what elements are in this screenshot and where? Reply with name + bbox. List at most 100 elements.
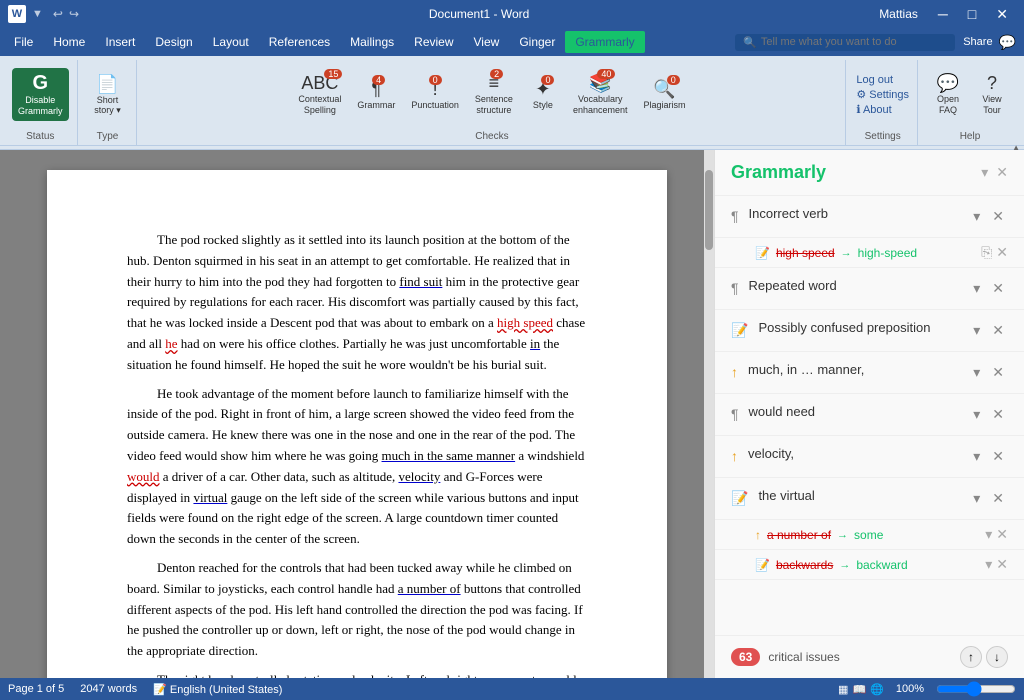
settings-link[interactable]: ⚙ Settings — [856, 87, 909, 102]
number-dismiss-icon[interactable]: ✕ — [996, 526, 1008, 543]
repeated-expand-icon[interactable]: ▾ — [969, 278, 984, 299]
grammarly-minimize-icon[interactable]: ▾ — [981, 164, 988, 181]
suggestion-high-speed[interactable]: 📝 high speed → high-speed ⎘ ✕ — [715, 238, 1024, 268]
suggestion-confused-preposition[interactable]: 📝 Possibly confused preposition ▾ ✕ — [715, 310, 1024, 352]
close-icon[interactable]: ✕ — [988, 4, 1016, 25]
menu-design[interactable]: Design — [145, 31, 202, 53]
plagiarism-button[interactable]: 🔍 0 Plagiarism — [637, 75, 691, 114]
suggestion-incorrect-verb[interactable]: ¶ Incorrect verb ▾ ✕ — [715, 196, 1024, 238]
suggestion-repeated-actions: ▾ ✕ — [969, 278, 1008, 299]
vertical-scrollbar[interactable] — [704, 150, 714, 678]
zoom-slider[interactable] — [936, 681, 1016, 697]
issues-footer: 63 critical issues ↑ ↓ — [715, 635, 1024, 678]
backwards-expand-icon[interactable]: ▾ — [985, 556, 992, 573]
would-dismiss-icon[interactable]: ✕ — [988, 404, 1008, 425]
preposition-expand-icon[interactable]: ▾ — [969, 320, 984, 341]
dismiss-icon[interactable]: ✕ — [988, 206, 1008, 227]
manner-dismiss-icon[interactable]: ✕ — [988, 362, 1008, 383]
style-badge: 0 — [541, 75, 554, 85]
velocity-dismiss-icon[interactable]: ✕ — [988, 446, 1008, 467]
expand-icon[interactable]: ▾ — [969, 206, 984, 227]
grammarly-header: Grammarly ▾ ✕ — [715, 150, 1024, 196]
grammar-label: Grammar — [357, 100, 395, 110]
sub-actions: ⎘ ✕ — [981, 244, 1008, 261]
copy-icon[interactable]: ⎘ — [981, 244, 992, 261]
suggestion-backwards[interactable]: 📝 backwards → backward ▾ ✕ — [715, 550, 1024, 580]
plagiarism-label: Plagiarism — [643, 100, 685, 110]
logout-link[interactable]: Log out — [856, 73, 909, 87]
document-area: The pod rocked slightly as it settled in… — [0, 150, 714, 678]
suggestion-virtual-actions: ▾ ✕ — [969, 488, 1008, 509]
velocity-text: velocity — [398, 469, 440, 484]
suggestion-velocity-content: velocity, — [748, 446, 959, 461]
suggestion-manner-title: much, in … manner, — [748, 362, 959, 377]
menu-ginger[interactable]: Ginger — [509, 31, 565, 53]
paragraph-2: He took advantage of the moment before l… — [127, 384, 587, 550]
backwards-dismiss-icon[interactable]: ✕ — [996, 556, 1008, 573]
comment-icon[interactable]: 💬 — [999, 34, 1016, 51]
open-faq-button[interactable]: 💬 OpenFAQ — [928, 69, 968, 120]
title-bar-controls: Mattias ─ □ ✕ — [879, 4, 1016, 25]
velocity-expand-icon[interactable]: ▾ — [969, 446, 984, 467]
style-button[interactable]: ✦ 0 Style — [523, 75, 563, 114]
search-bar: 🔍 — [735, 34, 955, 51]
suggestion-velocity[interactable]: ↑ velocity, ▾ ✕ — [715, 436, 1024, 478]
minimize-icon[interactable]: ─ — [930, 4, 956, 24]
repeated-dismiss-icon[interactable]: ✕ — [988, 278, 1008, 299]
search-input[interactable] — [761, 36, 921, 48]
vocabulary-button[interactable]: 📚 40 Vocabularyenhancement — [567, 69, 634, 120]
menu-references[interactable]: References — [259, 31, 340, 53]
grammarly-close-icon[interactable]: ✕ — [996, 164, 1008, 181]
manner-expand-icon[interactable]: ▾ — [969, 362, 984, 383]
dismiss-sub-icon[interactable]: ✕ — [996, 244, 1008, 261]
short-story-button[interactable]: 📄 Shortstory ▾ — [88, 70, 128, 120]
menu-grammarly[interactable]: Grammarly — [565, 31, 644, 53]
view-tour-button[interactable]: ? ViewTour — [972, 69, 1012, 120]
virtual-expand-icon[interactable]: ▾ — [969, 488, 984, 509]
read-mode-icon[interactable]: 📖 — [852, 683, 866, 696]
replacement-text: high-speed — [858, 246, 917, 260]
suggestion-virtual[interactable]: 📝 the virtual ▾ ✕ — [715, 478, 1024, 520]
backwards-replacement: backward — [856, 558, 907, 572]
menu-file[interactable]: File — [4, 31, 43, 53]
print-layout-icon[interactable]: ▦ — [838, 683, 848, 696]
suggestion-would-need[interactable]: ¶ would need ▾ ✕ — [715, 394, 1024, 436]
suggestion-repeated-word[interactable]: ¶ Repeated word ▾ ✕ — [715, 268, 1024, 310]
ribbon-collapse-icon[interactable]: ▲ — [1012, 146, 1020, 149]
suggestion-would-content: would need — [749, 404, 960, 419]
contextual-spelling-label: ContextualSpelling — [298, 94, 341, 116]
menu-view[interactable]: View — [464, 31, 510, 53]
suggestion-much-manner[interactable]: ↑ much, in … manner, ▾ ✕ — [715, 352, 1024, 394]
preposition-dismiss-icon[interactable]: ✕ — [988, 320, 1008, 341]
next-issue-button[interactable]: ↓ — [986, 646, 1008, 668]
disable-grammarly-button[interactable]: G DisableGrammarly — [12, 68, 69, 121]
menu-mailings[interactable]: Mailings — [340, 31, 404, 53]
menu-insert[interactable]: Insert — [95, 31, 145, 53]
suggestion-backwards-content: 📝 backwards → backward — [755, 558, 908, 572]
punctuation-icon-wrap: ! 0 — [433, 79, 438, 100]
sentence-structure-button[interactable]: ≡ 2 Sentencestructure — [469, 69, 519, 120]
prev-issue-button[interactable]: ↑ — [960, 646, 982, 668]
restore-icon[interactable]: □ — [960, 4, 984, 24]
number-expand-icon[interactable]: ▾ — [985, 526, 992, 543]
ribbon-group-help: 💬 OpenFAQ ? ViewTour Help — [920, 60, 1020, 145]
virtual-dismiss-icon[interactable]: ✕ — [988, 488, 1008, 509]
grammar-button[interactable]: ¶ 4 Grammar — [351, 75, 401, 114]
menu-layout[interactable]: Layout — [203, 31, 259, 53]
menu-review[interactable]: Review — [404, 31, 463, 53]
contextual-spelling-button[interactable]: ABC 15 ContextualSpelling — [292, 69, 347, 120]
grammarly-g-icon: G — [32, 72, 48, 95]
web-layout-icon[interactable]: 🌐 — [870, 683, 884, 696]
share-button[interactable]: Share — [963, 36, 992, 48]
about-link[interactable]: ℹ About — [856, 102, 909, 117]
would-expand-icon[interactable]: ▾ — [969, 404, 984, 425]
punctuation-button[interactable]: ! 0 Punctuation — [405, 75, 465, 114]
suggestion-a-number-of[interactable]: ↑ a number of → some ▾ ✕ — [715, 520, 1024, 550]
number-original: a number of — [767, 528, 831, 542]
ribbon: G DisableGrammarly Status 📄 Shortstory ▾… — [0, 56, 1024, 146]
scroll-thumb[interactable] — [705, 170, 713, 250]
menu-home[interactable]: Home — [43, 31, 95, 53]
a-number-of-text: a number of — [398, 581, 461, 596]
in-text: in — [530, 336, 540, 351]
suggestion-type-icon: ¶ — [731, 208, 739, 224]
